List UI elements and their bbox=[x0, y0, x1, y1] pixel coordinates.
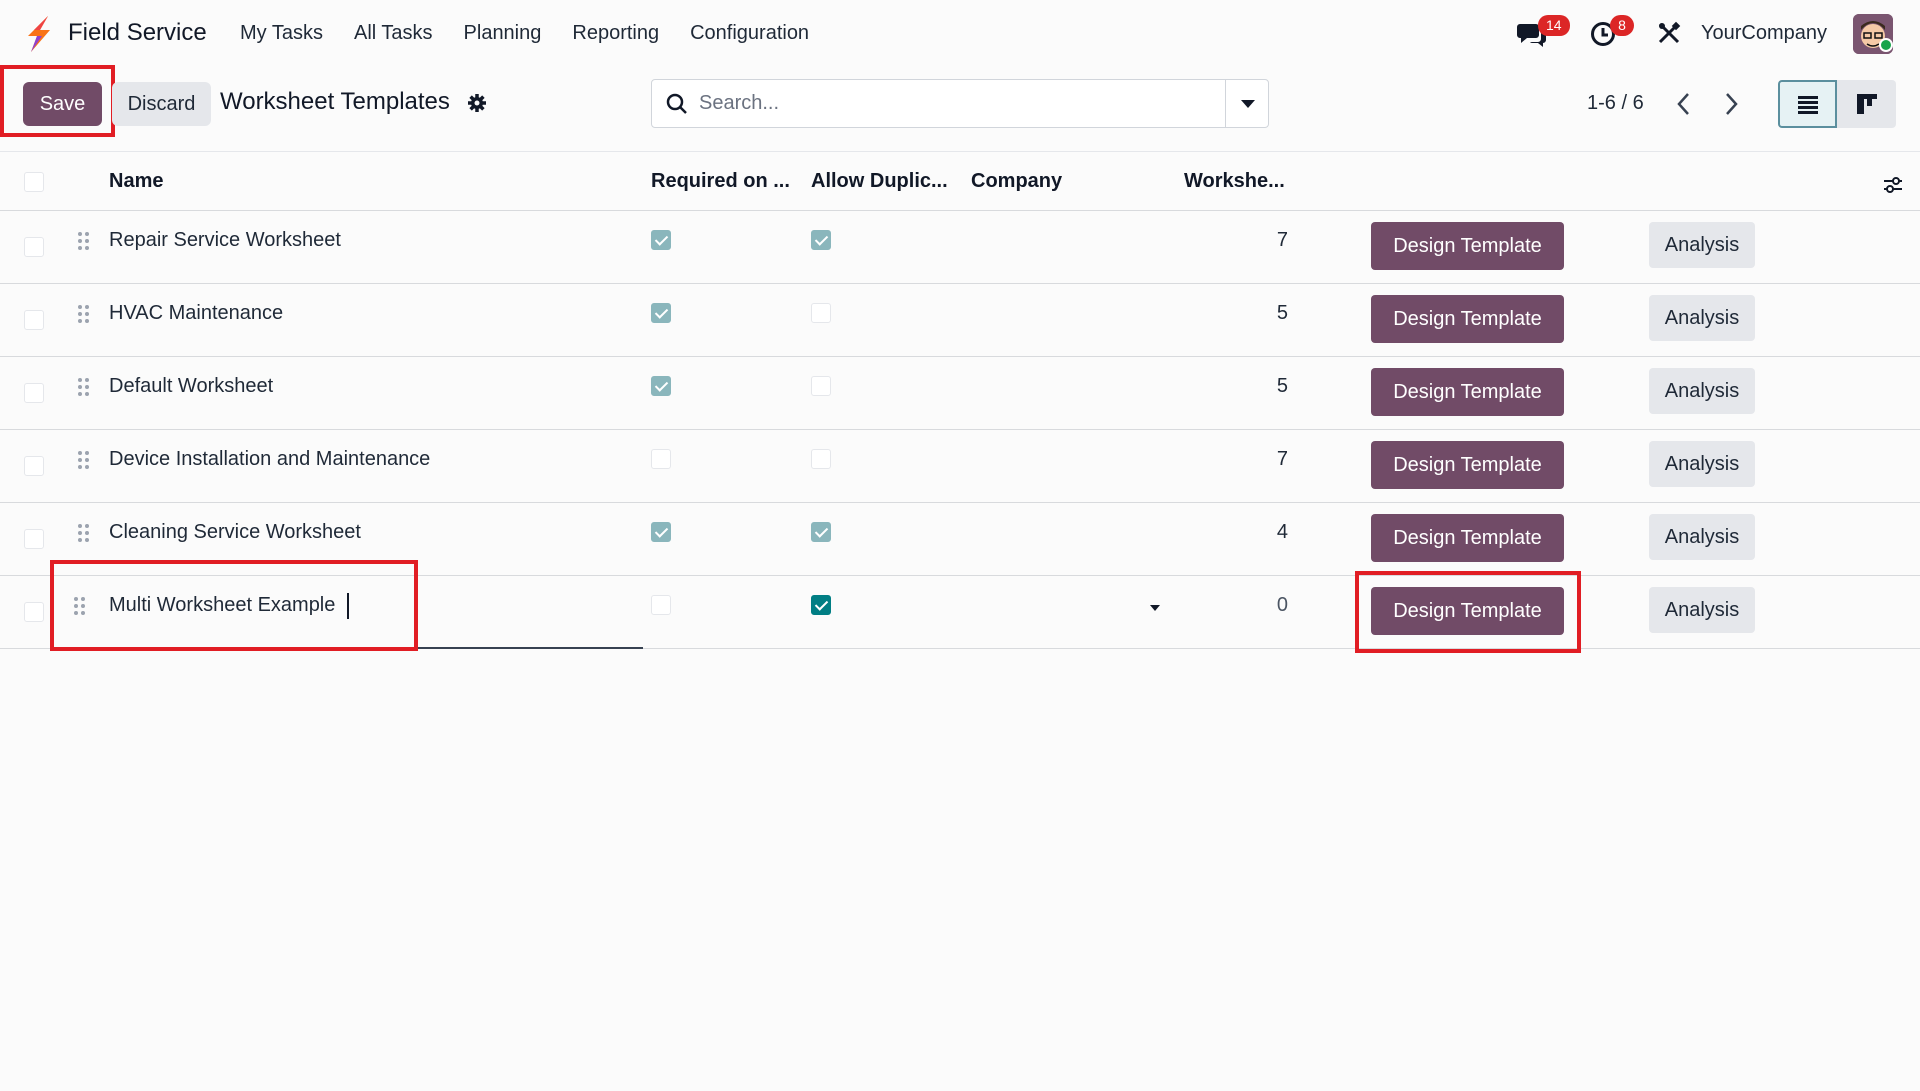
select-all-checkbox[interactable] bbox=[24, 172, 44, 192]
table-row[interactable]: Default Worksheet 5 Design Template Anal… bbox=[0, 357, 1920, 430]
activity-count-badge: 8 bbox=[1610, 15, 1634, 36]
required-checkbox[interactable] bbox=[651, 595, 671, 615]
tools-icon[interactable] bbox=[1657, 21, 1681, 45]
chevron-right-icon[interactable] bbox=[1720, 91, 1742, 117]
design-template-button[interactable]: Design Template bbox=[1371, 368, 1564, 416]
analysis-button[interactable]: Analysis bbox=[1649, 587, 1755, 633]
analysis-button[interactable]: Analysis bbox=[1649, 368, 1755, 414]
column-allow-duplicate[interactable]: Allow Duplic... bbox=[811, 170, 948, 193]
allow-duplicate-checkbox[interactable] bbox=[811, 522, 831, 542]
company-switcher[interactable]: YourCompany bbox=[1701, 22, 1827, 45]
save-button[interactable]: Save bbox=[23, 82, 102, 126]
required-checkbox[interactable] bbox=[651, 449, 671, 469]
discard-button[interactable]: Discard bbox=[112, 82, 211, 126]
design-template-button[interactable]: Design Template bbox=[1371, 295, 1564, 343]
menu-planning[interactable]: Planning bbox=[464, 22, 542, 45]
drag-handle-icon[interactable] bbox=[78, 378, 90, 398]
menu-configuration[interactable]: Configuration bbox=[690, 22, 809, 45]
column-worksheet-count[interactable]: Workshe... bbox=[1184, 170, 1285, 193]
template-name[interactable]: Default Worksheet bbox=[109, 375, 273, 398]
allow-duplicate-checkbox[interactable] bbox=[811, 376, 831, 396]
template-name[interactable]: Cleaning Service Worksheet bbox=[109, 521, 361, 544]
search-bar bbox=[651, 79, 1269, 128]
app-logo-icon[interactable] bbox=[22, 14, 54, 54]
drag-handle-icon[interactable] bbox=[78, 524, 90, 544]
column-settings-icon[interactable] bbox=[1882, 174, 1904, 196]
template-name[interactable]: Device Installation and Maintenance bbox=[109, 448, 430, 471]
list-view-button[interactable] bbox=[1778, 80, 1837, 128]
design-template-button[interactable]: Design Template bbox=[1371, 514, 1564, 562]
worksheet-count: 7 bbox=[1276, 448, 1288, 470]
worksheet-count: 7 bbox=[1276, 229, 1288, 251]
search-options-toggle[interactable] bbox=[1225, 80, 1268, 127]
required-checkbox[interactable] bbox=[651, 522, 671, 542]
analysis-button[interactable]: Analysis bbox=[1649, 222, 1755, 268]
allow-duplicate-checkbox[interactable] bbox=[811, 449, 831, 469]
worksheet-count: 5 bbox=[1276, 302, 1288, 324]
required-checkbox[interactable] bbox=[651, 376, 671, 396]
analysis-button[interactable]: Analysis bbox=[1649, 441, 1755, 487]
table-row[interactable]: HVAC Maintenance 5 Design Template Analy… bbox=[0, 284, 1920, 357]
row-select-checkbox[interactable] bbox=[24, 602, 44, 622]
design-template-button[interactable]: Design Template bbox=[1371, 441, 1564, 489]
analysis-button[interactable]: Analysis bbox=[1649, 295, 1755, 341]
column-required[interactable]: Required on ... bbox=[651, 170, 790, 193]
required-checkbox[interactable] bbox=[651, 303, 671, 323]
allow-duplicate-checkbox[interactable] bbox=[811, 595, 831, 615]
menu-all-tasks[interactable]: All Tasks bbox=[354, 22, 433, 45]
drag-handle-icon[interactable] bbox=[78, 232, 90, 252]
allow-duplicate-checkbox[interactable] bbox=[811, 230, 831, 250]
gear-icon[interactable] bbox=[467, 93, 487, 113]
chevron-left-icon[interactable] bbox=[1673, 91, 1695, 117]
table-row[interactable]: Repair Service Worksheet 7 Design Templa… bbox=[0, 211, 1920, 284]
search-icon bbox=[666, 93, 687, 114]
kanban-icon bbox=[1857, 94, 1877, 114]
kanban-view-button[interactable] bbox=[1837, 80, 1896, 128]
design-template-button[interactable]: Design Template bbox=[1371, 222, 1564, 270]
row-select-checkbox[interactable] bbox=[24, 456, 44, 476]
column-name[interactable]: Name bbox=[109, 170, 163, 193]
company-dropdown-icon[interactable] bbox=[1150, 605, 1160, 611]
row-select-checkbox[interactable] bbox=[24, 310, 44, 330]
main-menu: My Tasks All Tasks Planning Reporting Co… bbox=[240, 22, 840, 45]
template-name[interactable]: HVAC Maintenance bbox=[109, 302, 283, 325]
drag-handle-icon[interactable] bbox=[78, 305, 90, 325]
app-name[interactable]: Field Service bbox=[68, 19, 207, 47]
top-navbar: Field Service My Tasks All Tasks Plannin… bbox=[0, 0, 1920, 68]
table-row[interactable]: Device Installation and Maintenance 7 De… bbox=[0, 430, 1920, 503]
row-select-checkbox[interactable] bbox=[24, 529, 44, 549]
drag-handle-icon[interactable] bbox=[78, 451, 90, 471]
column-company[interactable]: Company bbox=[971, 170, 1062, 193]
row-select-checkbox[interactable] bbox=[24, 383, 44, 403]
pager-value[interactable]: 1-6 / 6 bbox=[1587, 92, 1644, 115]
online-status-dot bbox=[1879, 38, 1893, 52]
menu-reporting[interactable]: Reporting bbox=[572, 22, 659, 45]
highlight-name-field bbox=[50, 560, 418, 651]
table-header: Name Required on ... Allow Duplic... Com… bbox=[0, 151, 1920, 211]
search-input[interactable] bbox=[699, 80, 1199, 127]
menu-my-tasks[interactable]: My Tasks bbox=[240, 22, 323, 45]
required-checkbox[interactable] bbox=[651, 230, 671, 250]
list-icon bbox=[1798, 96, 1818, 114]
worksheet-count: 0 bbox=[1276, 594, 1288, 616]
worksheet-count: 4 bbox=[1276, 521, 1288, 543]
worksheet-count: 5 bbox=[1276, 375, 1288, 397]
analysis-button[interactable]: Analysis bbox=[1649, 514, 1755, 560]
page-title: Worksheet Templates bbox=[220, 88, 450, 115]
row-select-checkbox[interactable] bbox=[24, 237, 44, 257]
chat-count-badge: 14 bbox=[1538, 15, 1570, 36]
highlight-design-template bbox=[1355, 571, 1581, 653]
template-name[interactable]: Repair Service Worksheet bbox=[109, 229, 341, 252]
allow-duplicate-checkbox[interactable] bbox=[811, 303, 831, 323]
